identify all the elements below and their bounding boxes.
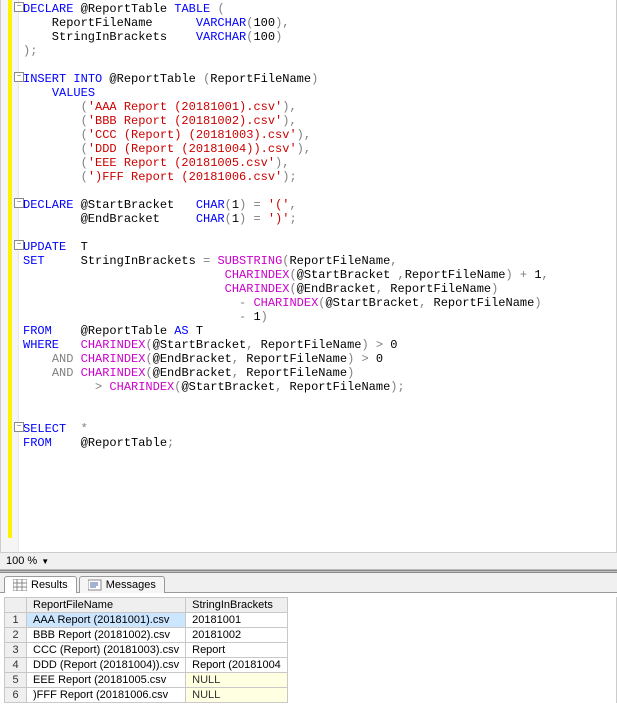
row-number[interactable]: 1 xyxy=(5,613,27,628)
cell[interactable]: 20181002 xyxy=(186,628,288,643)
zoom-value: 100 % xyxy=(6,555,37,567)
dropdown-icon[interactable]: ▼ xyxy=(41,557,49,566)
cell[interactable]: BBB Report (20181002).csv xyxy=(27,628,186,643)
cell[interactable]: Report (20181004 xyxy=(186,658,288,673)
row-number[interactable]: 3 xyxy=(5,643,27,658)
fold-icon[interactable]: − xyxy=(14,240,24,250)
column-header[interactable]: ReportFileName xyxy=(27,598,186,613)
fold-icon[interactable]: − xyxy=(14,422,24,432)
table-row[interactable]: 4DDD (Report (20181004)).csvReport (2018… xyxy=(5,658,288,673)
tab-results-label: Results xyxy=(31,579,68,591)
fold-icon[interactable]: − xyxy=(14,198,24,208)
cell[interactable]: 20181001 xyxy=(186,613,288,628)
cell[interactable]: Report xyxy=(186,643,288,658)
tab-messages-label: Messages xyxy=(106,579,156,591)
editor-gutter: − − − − − xyxy=(1,0,19,552)
row-number[interactable]: 6 xyxy=(5,688,27,703)
cell[interactable]: AAA Report (20181001).csv xyxy=(27,613,186,628)
change-margin xyxy=(8,0,12,538)
corner-cell xyxy=(5,598,27,613)
table-row[interactable]: 1AAA Report (20181001).csv20181001 xyxy=(5,613,288,628)
code-area[interactable]: DECLARE @ReportTable TABLE ( ReportFileN… xyxy=(19,0,616,552)
fold-icon[interactable]: − xyxy=(14,2,24,12)
results-tabs: Results Messages xyxy=(0,573,617,593)
row-number[interactable]: 2 xyxy=(5,628,27,643)
results-grid[interactable]: ReportFileName StringInBrackets 1AAA Rep… xyxy=(0,597,617,703)
table-row[interactable]: 2BBB Report (20181002).csv20181002 xyxy=(5,628,288,643)
row-number[interactable]: 4 xyxy=(5,658,27,673)
cell[interactable]: )FFF Report (20181006.csv xyxy=(27,688,186,703)
code-editor[interactable]: − − − − − DECLARE @ReportTable TABLE ( R… xyxy=(0,0,617,553)
cell[interactable]: NULL xyxy=(186,688,288,703)
grid-icon xyxy=(13,579,27,591)
row-number[interactable]: 5 xyxy=(5,673,27,688)
cell[interactable]: DDD (Report (20181004)).csv xyxy=(27,658,186,673)
table-header-row: ReportFileName StringInBrackets xyxy=(5,598,288,613)
table-row[interactable]: 3CCC (Report) (20181003).csvReport xyxy=(5,643,288,658)
cell[interactable]: CCC (Report) (20181003).csv xyxy=(27,643,186,658)
cell[interactable]: NULL xyxy=(186,673,288,688)
zoom-bar: 100 % ▼ xyxy=(0,553,617,570)
messages-icon xyxy=(88,579,102,591)
tab-results[interactable]: Results xyxy=(4,576,77,593)
column-header[interactable]: StringInBrackets xyxy=(186,598,288,613)
tab-messages[interactable]: Messages xyxy=(79,576,165,593)
fold-icon[interactable]: − xyxy=(14,72,24,82)
cell[interactable]: EEE Report (20181005.csv xyxy=(27,673,186,688)
table-row[interactable]: 5EEE Report (20181005.csvNULL xyxy=(5,673,288,688)
table-row[interactable]: 6)FFF Report (20181006.csvNULL xyxy=(5,688,288,703)
